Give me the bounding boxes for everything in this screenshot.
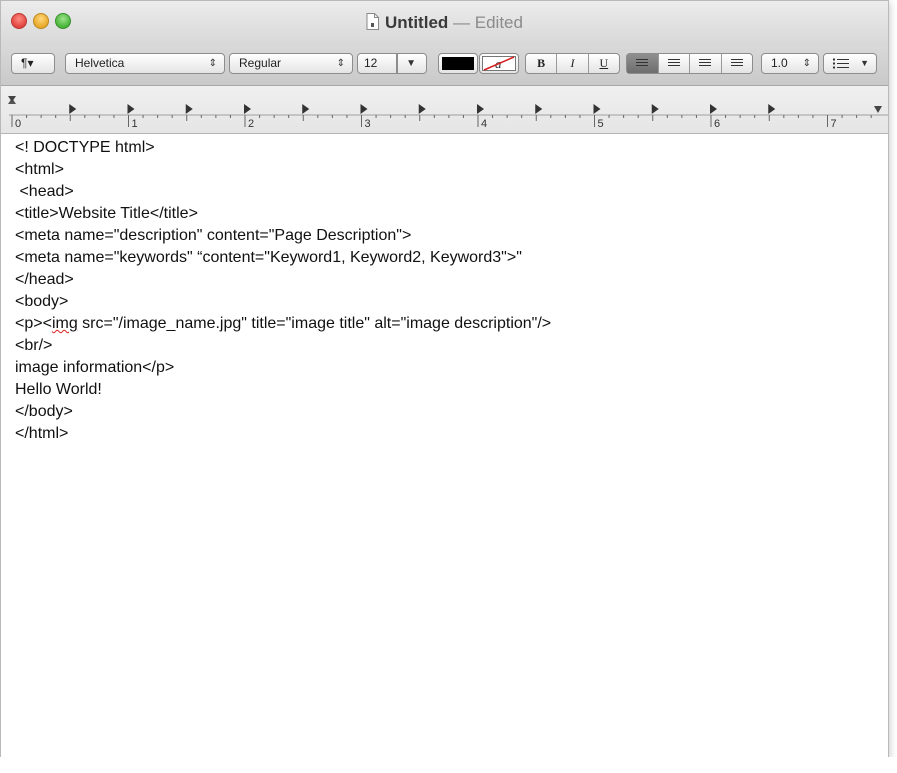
left-indent-marker [8, 98, 16, 104]
desktop-background [0, 757, 897, 773]
align-center-icon [667, 59, 680, 69]
tab-stop-marker[interactable] [710, 104, 717, 114]
chevron-down-icon: ▼ [406, 58, 416, 69]
textedit-window: Untitled — Edited ¶▾ Helvetica ⇕ Regular… [0, 0, 889, 759]
paragraph-icon: ¶▾ [21, 56, 34, 70]
font-size-field[interactable]: 12 [357, 53, 397, 74]
text-style-segmented: B I U [525, 53, 620, 74]
tab-stop-marker[interactable] [360, 104, 368, 114]
tab-stop-marker[interactable] [477, 104, 484, 114]
align-left-icon [636, 59, 649, 69]
list-bullets-popup[interactable]: ▼ [823, 53, 877, 74]
document-icon[interactable] [366, 13, 380, 30]
window-title: Untitled — Edited [1, 13, 888, 33]
tab-stop-marker[interactable] [535, 104, 543, 114]
edited-status: Edited [474, 13, 523, 32]
list-icon [833, 58, 849, 69]
document-line: <meta name="keywords" “content="Keyword1… [15, 249, 522, 266]
paragraph-styles-popup[interactable]: ¶▾ [11, 53, 55, 74]
document-line: <! DOCTYPE html> [15, 139, 155, 156]
ruler-label: 2 [248, 118, 254, 130]
document-line: <body> [15, 293, 69, 310]
document-line: <title>Website Title</title> [15, 205, 198, 222]
popup-arrows-icon: ⇕ [336, 58, 345, 69]
right-indent-marker [874, 106, 882, 113]
text-color-well[interactable] [438, 53, 478, 74]
line-text: src="/image_name.jpg" title="image title… [77, 315, 552, 332]
document-line: </body> [15, 403, 73, 420]
document-line: Hello World! [15, 381, 102, 398]
document-name: Untitled [385, 13, 449, 32]
document-line: <br/> [15, 337, 53, 354]
tab-stop-marker[interactable] [185, 104, 193, 114]
ruler-label: 6 [714, 118, 720, 130]
ruler[interactable]: 0 1 2 3 4 5 6 7 [1, 86, 888, 134]
font-family-popup[interactable]: Helvetica ⇕ [65, 53, 225, 74]
ruler-label: 4 [481, 118, 487, 130]
document-line: <meta name="description" content="Page D… [15, 227, 412, 244]
italic-button[interactable]: I [557, 54, 589, 73]
tab-stop-marker[interactable] [244, 104, 251, 114]
text-editor[interactable]: <! DOCTYPE html> <html> <head> <title>We… [1, 134, 888, 758]
highlight-color-well[interactable]: a [479, 53, 519, 74]
line-spacing-value: 1.0 [771, 56, 788, 70]
document-line: </html> [15, 425, 69, 442]
no-highlight-icon: a [482, 56, 516, 71]
text-color-swatch [442, 57, 474, 70]
bold-button[interactable]: B [526, 54, 558, 73]
misspelled-word[interactable]: img [52, 315, 78, 332]
align-right-icon [699, 59, 712, 69]
font-size-value: 12 [364, 56, 378, 70]
tab-stop-marker[interactable] [418, 104, 426, 114]
document-line: </head> [15, 271, 74, 288]
popup-arrows-icon: ⇕ [208, 58, 217, 69]
justify-button[interactable] [722, 54, 753, 73]
title-separator: — [453, 13, 471, 32]
font-style-value: Regular [239, 56, 282, 70]
chevron-down-icon: ▼ [860, 58, 869, 68]
ruler-label: 3 [365, 118, 371, 130]
ruler-scale: 0 1 2 3 4 5 6 7 [8, 96, 888, 130]
popup-arrows-icon: ⇕ [802, 58, 811, 69]
tab-stop-marker[interactable] [69, 104, 77, 114]
underline-button[interactable]: U [589, 54, 619, 73]
format-toolbar: ¶▾ Helvetica ⇕ Regular ⇕ 12 ▼ a B I [1, 45, 888, 86]
ruler-label: 0 [15, 118, 21, 130]
document-line: <head> [15, 183, 74, 200]
tab-stop-marker[interactable] [593, 104, 601, 114]
title-bar[interactable]: Untitled — Edited [1, 1, 888, 45]
document-line: image information</p> [15, 359, 175, 376]
alignment-segmented [626, 53, 753, 74]
ruler-label: 1 [132, 118, 138, 130]
align-left-button[interactable] [627, 54, 659, 73]
justify-icon [730, 59, 743, 69]
line-spacing-popup[interactable]: 1.0 ⇕ [761, 53, 819, 74]
font-size-dropdown[interactable]: ▼ [397, 53, 427, 74]
document-line: <p><img src="/image_name.jpg" title="ima… [15, 313, 551, 335]
tab-stop-marker[interactable] [302, 104, 310, 114]
tab-stop-marker[interactable] [127, 104, 135, 114]
document-line: <html> [15, 161, 64, 178]
ruler-label: 5 [598, 118, 604, 130]
font-family-value: Helvetica [75, 56, 125, 70]
ruler-label: 7 [831, 118, 837, 130]
align-center-button[interactable] [659, 54, 690, 73]
tab-stop-marker[interactable] [651, 104, 659, 114]
tab-stop-marker[interactable] [768, 104, 776, 114]
font-style-popup[interactable]: Regular ⇕ [229, 53, 353, 74]
align-right-button[interactable] [690, 54, 722, 73]
line-text: <p>< [15, 315, 52, 332]
